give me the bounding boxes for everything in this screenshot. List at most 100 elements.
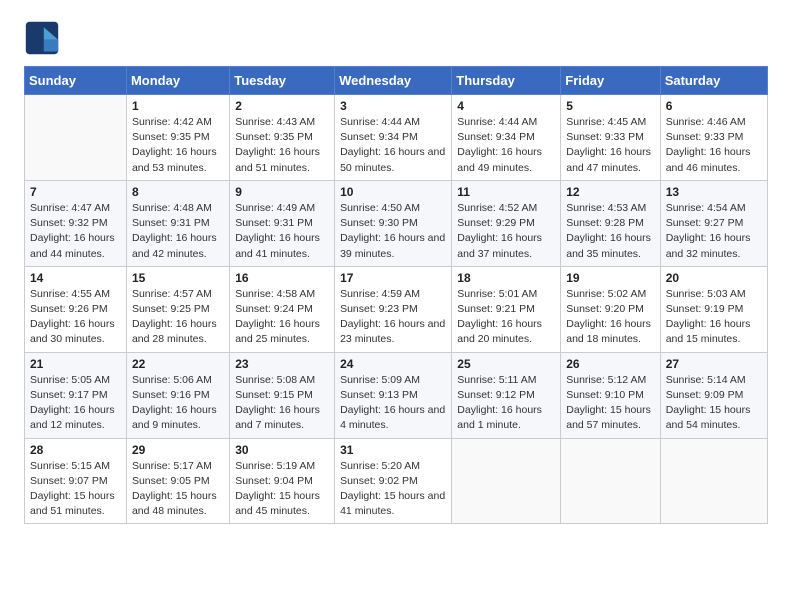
calendar-week-row: 28Sunrise: 5:15 AMSunset: 9:07 PMDayligh…	[25, 438, 768, 524]
day-info: Sunrise: 4:54 AMSunset: 9:27 PMDaylight:…	[666, 201, 762, 262]
calendar-day-cell: 27 Sunrise: 5:14 AMSunset: 9:09 PMDayligh…	[660, 352, 767, 438]
day-number: 25	[457, 357, 555, 371]
day-info: Sunrise: 4:50 AMSunset: 9:30 PMDaylight:…	[340, 201, 446, 262]
day-info: Sunrise: 5:19 AMSunset: 9:04 PMDaylight:…	[235, 459, 329, 520]
calendar-day-cell: 18 Sunrise: 5:01 AMSunset: 9:21 PMDayligh…	[452, 266, 561, 352]
day-number: 29	[132, 443, 224, 457]
day-number: 31	[340, 443, 446, 457]
day-number: 6	[666, 99, 762, 113]
day-number: 18	[457, 271, 555, 285]
calendar-week-row: 1Sunrise: 4:42 AMSunset: 9:35 PMDaylight…	[25, 95, 768, 181]
calendar-day-cell: 16Sunrise: 4:58 AMSunset: 9:24 PMDayligh…	[230, 266, 335, 352]
page-container: SundayMondayTuesdayWednesdayThursdayFrid…	[24, 20, 768, 524]
calendar-day-cell: 10 Sunrise: 4:50 AMSunset: 9:30 PMDayligh…	[335, 180, 452, 266]
day-number: 22	[132, 357, 224, 371]
day-number: 7	[30, 185, 121, 199]
calendar-day-cell: 29 Sunrise: 5:17 AMSunset: 9:05 PMDayligh…	[126, 438, 229, 524]
calendar-day-cell: 12 Sunrise: 4:53 AMSunset: 9:28 PMDayligh…	[561, 180, 660, 266]
calendar-day-cell: 11 Sunrise: 4:52 AMSunset: 9:29 PMDayligh…	[452, 180, 561, 266]
calendar-day-header: Saturday	[660, 67, 767, 95]
day-info: Sunrise: 5:02 AMSunset: 9:20 PMDaylight:…	[566, 287, 654, 348]
calendar-day-header: Friday	[561, 67, 660, 95]
logo-icon	[24, 20, 60, 56]
day-number: 21	[30, 357, 121, 371]
day-number: 15	[132, 271, 224, 285]
calendar-day-cell: 19 Sunrise: 5:02 AMSunset: 9:20 PMDayligh…	[561, 266, 660, 352]
day-info: Sunrise: 4:45 AMSunset: 9:33 PMDaylight:…	[566, 115, 654, 176]
day-info: Sunrise: 5:12 AMSunset: 9:10 PMDaylight:…	[566, 373, 654, 434]
day-info: Sunrise: 4:44 AMSunset: 9:34 PMDaylight:…	[457, 115, 555, 176]
calendar-day-cell: 2 Sunrise: 4:43 AMSunset: 9:35 PMDaylight…	[230, 95, 335, 181]
calendar-day-cell: 17Sunrise: 4:59 AMSunset: 9:23 PMDayligh…	[335, 266, 452, 352]
day-number: 8	[132, 185, 224, 199]
calendar-day-cell: 3Sunrise: 4:44 AMSunset: 9:34 PMDaylight…	[335, 95, 452, 181]
day-number: 30	[235, 443, 329, 457]
calendar-day-cell: 15 Sunrise: 4:57 AMSunset: 9:25 PMDayligh…	[126, 266, 229, 352]
day-number: 11	[457, 185, 555, 199]
day-number: 5	[566, 99, 654, 113]
day-number: 19	[566, 271, 654, 285]
day-info: Sunrise: 5:14 AMSunset: 9:09 PMDaylight:…	[666, 373, 762, 434]
calendar-day-cell: 5 Sunrise: 4:45 AMSunset: 9:33 PMDaylight…	[561, 95, 660, 181]
calendar-day-cell	[561, 438, 660, 524]
calendar-day-cell: 7 Sunrise: 4:47 AMSunset: 9:32 PMDaylight…	[25, 180, 127, 266]
calendar-day-cell: 25 Sunrise: 5:11 AMSunset: 9:12 PMDayligh…	[452, 352, 561, 438]
day-number: 3	[340, 99, 446, 113]
header	[24, 20, 768, 56]
calendar-day-header: Thursday	[452, 67, 561, 95]
day-info: Sunrise: 4:46 AMSunset: 9:33 PMDaylight:…	[666, 115, 762, 176]
day-number: 20	[666, 271, 762, 285]
calendar-day-cell: 31 Sunrise: 5:20 AMSunset: 9:02 PMDayligh…	[335, 438, 452, 524]
day-info: Sunrise: 4:47 AMSunset: 9:32 PMDaylight:…	[30, 201, 121, 262]
day-info: Sunrise: 4:52 AMSunset: 9:29 PMDaylight:…	[457, 201, 555, 262]
calendar-day-cell: 24Sunrise: 5:09 AMSunset: 9:13 PMDayligh…	[335, 352, 452, 438]
day-info: Sunrise: 4:48 AMSunset: 9:31 PMDaylight:…	[132, 201, 224, 262]
day-number: 28	[30, 443, 121, 457]
day-number: 2	[235, 99, 329, 113]
logo	[24, 20, 66, 56]
calendar-day-header: Monday	[126, 67, 229, 95]
calendar-day-cell: 21 Sunrise: 5:05 AMSunset: 9:17 PMDayligh…	[25, 352, 127, 438]
calendar-day-cell: 6 Sunrise: 4:46 AMSunset: 9:33 PMDaylight…	[660, 95, 767, 181]
day-info: Sunrise: 5:09 AMSunset: 9:13 PMDaylight:…	[340, 373, 446, 434]
calendar-day-header: Wednesday	[335, 67, 452, 95]
calendar-week-row: 21 Sunrise: 5:05 AMSunset: 9:17 PMDayligh…	[25, 352, 768, 438]
day-number: 13	[666, 185, 762, 199]
day-info: Sunrise: 5:05 AMSunset: 9:17 PMDaylight:…	[30, 373, 121, 434]
day-info: Sunrise: 5:20 AMSunset: 9:02 PMDaylight:…	[340, 459, 446, 520]
day-info: Sunrise: 4:59 AMSunset: 9:23 PMDaylight:…	[340, 287, 446, 348]
day-info: Sunrise: 4:58 AMSunset: 9:24 PMDaylight:…	[235, 287, 329, 348]
day-info: Sunrise: 5:01 AMSunset: 9:21 PMDaylight:…	[457, 287, 555, 348]
calendar-day-cell: 22 Sunrise: 5:06 AMSunset: 9:16 PMDayligh…	[126, 352, 229, 438]
calendar: SundayMondayTuesdayWednesdayThursdayFrid…	[24, 66, 768, 524]
day-number: 12	[566, 185, 654, 199]
day-number: 14	[30, 271, 121, 285]
calendar-day-cell: 8 Sunrise: 4:48 AMSunset: 9:31 PMDaylight…	[126, 180, 229, 266]
calendar-day-cell	[25, 95, 127, 181]
day-info: Sunrise: 5:08 AMSunset: 9:15 PMDaylight:…	[235, 373, 329, 434]
calendar-day-cell: 30 Sunrise: 5:19 AMSunset: 9:04 PMDayligh…	[230, 438, 335, 524]
day-info: Sunrise: 5:17 AMSunset: 9:05 PMDaylight:…	[132, 459, 224, 520]
day-info: Sunrise: 4:57 AMSunset: 9:25 PMDaylight:…	[132, 287, 224, 348]
calendar-day-cell	[660, 438, 767, 524]
day-number: 4	[457, 99, 555, 113]
day-number: 10	[340, 185, 446, 199]
day-info: Sunrise: 5:03 AMSunset: 9:19 PMDaylight:…	[666, 287, 762, 348]
calendar-day-cell: 4 Sunrise: 4:44 AMSunset: 9:34 PMDaylight…	[452, 95, 561, 181]
calendar-day-cell: 14Sunrise: 4:55 AMSunset: 9:26 PMDayligh…	[25, 266, 127, 352]
day-info: Sunrise: 4:53 AMSunset: 9:28 PMDaylight:…	[566, 201, 654, 262]
day-number: 9	[235, 185, 329, 199]
calendar-week-row: 14Sunrise: 4:55 AMSunset: 9:26 PMDayligh…	[25, 266, 768, 352]
calendar-day-cell: 23 Sunrise: 5:08 AMSunset: 9:15 PMDayligh…	[230, 352, 335, 438]
calendar-day-cell: 28Sunrise: 5:15 AMSunset: 9:07 PMDayligh…	[25, 438, 127, 524]
calendar-day-cell	[452, 438, 561, 524]
calendar-day-header: Sunday	[25, 67, 127, 95]
calendar-day-cell: 9Sunrise: 4:49 AMSunset: 9:31 PMDaylight…	[230, 180, 335, 266]
day-info: Sunrise: 5:06 AMSunset: 9:16 PMDaylight:…	[132, 373, 224, 434]
day-info: Sunrise: 5:11 AMSunset: 9:12 PMDaylight:…	[457, 373, 555, 434]
day-number: 1	[132, 99, 224, 113]
calendar-day-cell: 1Sunrise: 4:42 AMSunset: 9:35 PMDaylight…	[126, 95, 229, 181]
day-number: 27	[666, 357, 762, 371]
day-info: Sunrise: 4:43 AMSunset: 9:35 PMDaylight:…	[235, 115, 329, 176]
day-number: 23	[235, 357, 329, 371]
